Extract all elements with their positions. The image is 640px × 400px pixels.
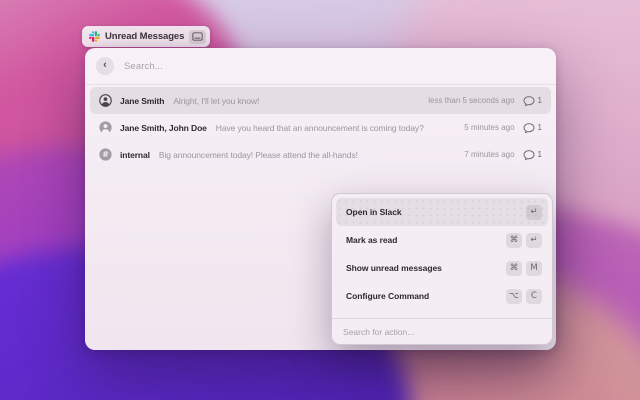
c-key: C [526,289,542,304]
search-input[interactable]: Search... [124,61,163,72]
shortcut-keys: ↵ [526,205,542,220]
chat-bubble-icon [523,95,535,107]
shortcut-keys: ⌘ M [506,261,542,276]
list-item[interactable]: # internal Big announcement today! Pleas… [90,141,551,168]
message-time: 7 minutes ago [464,150,514,159]
keyboard-icon [192,32,203,41]
return-key: ↵ [526,233,542,248]
message-time: less than 5 seconds ago [428,96,514,105]
record-hotkey-button[interactable] [189,30,206,44]
person-circle-filled-icon [99,121,112,134]
action-mark-as-read[interactable]: Mark as read ⌘ ↵ [336,226,548,254]
unread-count: 1 [538,150,542,159]
option-key: ⌥ [506,289,522,304]
person-circle-outline-icon [99,94,112,107]
chat-bubble-icon [523,122,535,134]
unread-count-badge: 1 [523,149,542,161]
message-preview: Have you heard that an announcement is c… [216,123,456,133]
row-meta: 5 minutes ago 1 [464,122,542,134]
chat-bubble-icon [523,149,535,161]
channel-hash-icon: # [99,148,112,161]
message-preview: Big announcement today! Please attend th… [159,150,456,160]
unread-count-badge: 1 [523,122,542,134]
channel-name: internal [120,150,150,160]
list-item[interactable]: Jane Smith, John Doe Have you heard that… [90,114,551,141]
svg-text:#: # [102,150,109,159]
sender-name: Jane Smith, John Doe [120,123,207,133]
message-preview: Alright, I'll let you know! [173,96,420,106]
action-open-in-slack[interactable]: Open in Slack ↵ [336,198,548,226]
list-item[interactable]: Jane Smith Alright, I'll let you know! l… [90,87,551,114]
m-key: M [526,261,542,276]
back-chevron-icon: ‹ [103,60,107,71]
command-key: ⌘ [506,233,522,248]
actions-panel: Open in Slack ↵ Mark as read ⌘ ↵ Show un… [331,193,553,345]
action-show-unread-messages[interactable]: Show unread messages ⌘ M [336,254,548,282]
unread-count: 1 [538,96,542,105]
unread-count: 1 [538,123,542,132]
command-pill-label: Unread Messages [105,31,184,42]
return-key: ↵ [526,205,542,220]
slack-icon [89,31,100,42]
row-meta: less than 5 seconds ago 1 [428,95,542,107]
search-bar: ‹ Search... [85,48,556,85]
unread-count-badge: 1 [523,95,542,107]
action-search-input[interactable]: Search for action... [332,318,552,344]
shortcut-keys: ⌘ ↵ [506,233,542,248]
command-pill[interactable]: Unread Messages [82,26,210,47]
back-button[interactable]: ‹ [96,57,114,75]
shortcut-keys: ⌥ C [506,289,542,304]
sender-name: Jane Smith [120,96,164,106]
message-time: 5 minutes ago [464,123,514,132]
unread-messages-list: Jane Smith Alright, I'll let you know! l… [85,85,556,170]
command-key: ⌘ [506,261,522,276]
row-meta: 7 minutes ago 1 [464,149,542,161]
action-configure-command[interactable]: Configure Command ⌥ C [336,282,548,310]
